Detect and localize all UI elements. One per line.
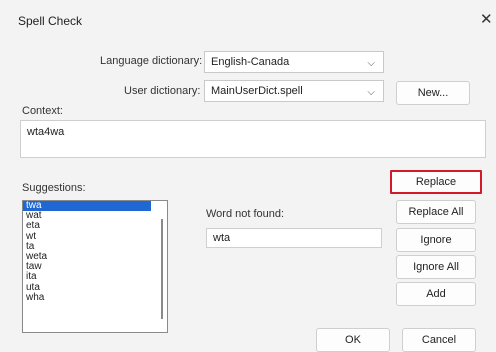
cancel-button[interactable]: Cancel xyxy=(402,328,476,352)
list-item[interactable]: wat xyxy=(23,211,151,221)
user-dictionary-select[interactable]: MainUserDict.spell ⌵ xyxy=(204,80,384,102)
list-item[interactable]: wt xyxy=(23,231,151,242)
word-not-found-field[interactable]: wta xyxy=(206,228,382,248)
user-dictionary-value: MainUserDict.spell xyxy=(211,85,303,97)
window-title: Spell Check xyxy=(18,14,83,28)
list-item[interactable]: twa xyxy=(23,201,151,212)
list-item[interactable]: weta xyxy=(23,251,151,262)
list-item[interactable]: eta xyxy=(23,221,151,231)
chevron-down-icon: ⌵ xyxy=(367,58,375,69)
new-dictionary-button[interactable]: New... xyxy=(396,81,470,105)
user-dictionary-label: User dictionary: xyxy=(124,85,201,97)
word-not-found-label: Word not found: xyxy=(206,208,285,220)
ok-button[interactable]: OK xyxy=(316,328,390,352)
list-item[interactable]: wha xyxy=(23,292,151,303)
replace-button[interactable]: Replace xyxy=(390,170,482,194)
suggestions-list[interactable]: twa wat eta wt ta weta taw ita uta wha xyxy=(22,200,168,333)
language-dictionary-label: Language dictionary: xyxy=(100,55,203,67)
context-label: Context: xyxy=(22,105,63,117)
list-item[interactable]: ita xyxy=(23,272,151,282)
ignore-button[interactable]: Ignore xyxy=(396,228,476,252)
context-field[interactable]: wta4wa xyxy=(20,120,486,158)
add-button[interactable]: Add xyxy=(396,282,476,306)
close-icon[interactable]: ✕ xyxy=(480,12,493,27)
list-scrollbar[interactable] xyxy=(161,219,163,319)
ignore-all-button[interactable]: Ignore All xyxy=(396,255,476,279)
language-dictionary-select[interactable]: English-Canada ⌵ xyxy=(204,51,384,73)
chevron-down-icon: ⌵ xyxy=(367,87,375,98)
replace-all-button[interactable]: Replace All xyxy=(396,200,476,224)
title-bar: Spell Check ✕ xyxy=(0,0,496,42)
language-dictionary-value: English-Canada xyxy=(211,56,290,68)
suggestions-label: Suggestions: xyxy=(22,182,86,194)
list-item[interactable]: taw xyxy=(23,262,151,272)
